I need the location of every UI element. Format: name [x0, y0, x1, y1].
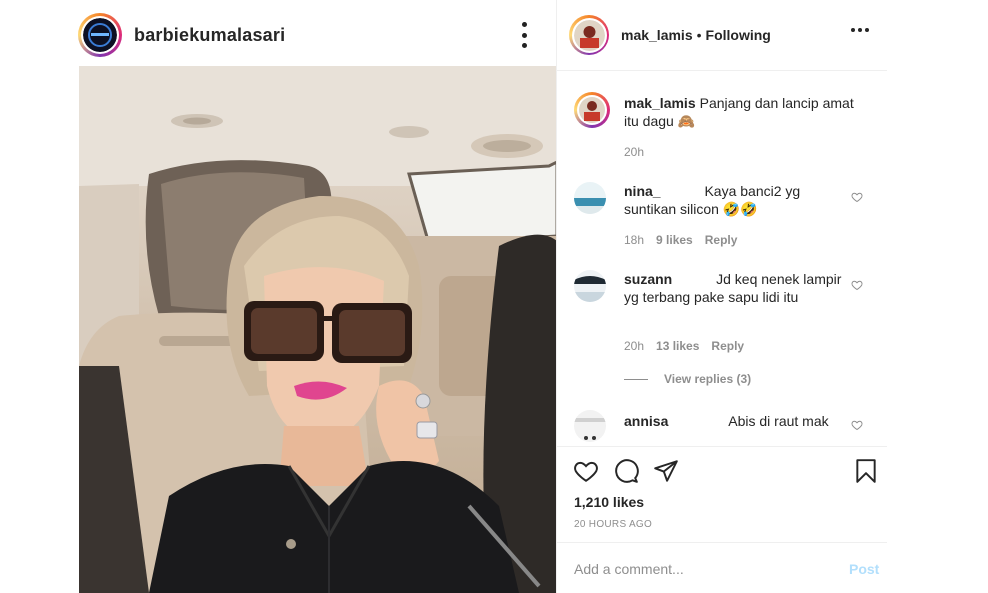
post-author-username[interactable]: barbiekumalasari [134, 25, 285, 46]
header-separator: • [696, 27, 702, 43]
post-author-avatar[interactable] [78, 13, 122, 57]
following-button[interactable]: Following [706, 27, 771, 43]
comment-avatar[interactable] [574, 270, 606, 302]
kebab-icon[interactable] [514, 22, 534, 48]
post-actions [573, 458, 883, 488]
comment-body: Abis di raut mak [728, 413, 829, 429]
comment-like-heart-icon[interactable] [851, 191, 863, 203]
reply-button[interactable]: Reply [711, 339, 744, 353]
comment-meta: 20h [624, 145, 644, 159]
view-replies-line [624, 378, 648, 380]
header-avatar[interactable] [569, 15, 609, 55]
comments-header: mak_lamis • Following [557, 12, 887, 58]
view-replies-label: View replies (3) [664, 372, 752, 386]
comment-meta: 18h 9 likes Reply [624, 233, 737, 247]
comment-icon[interactable] [613, 458, 639, 484]
comment-text-block: mak_lamis Panjang dan lancip amat itu dag… [624, 94, 854, 130]
comment-time: 20h [624, 145, 645, 159]
avatar-image [83, 18, 117, 52]
comment-avatar[interactable] [574, 410, 606, 442]
comment-avatar[interactable] [574, 182, 606, 214]
avatar-image [574, 270, 606, 302]
paper-plane-icon[interactable] [653, 458, 679, 484]
comment-time: 18h [624, 233, 645, 247]
caption-comment: mak_lamis Panjang dan lancip amat itu dag… [557, 88, 887, 168]
comment-like-heart-icon[interactable] [851, 279, 863, 291]
likes-count[interactable]: 1,210 likes [574, 494, 644, 510]
selfie-image [79, 66, 557, 593]
heart-icon[interactable] [573, 458, 599, 484]
comment-input[interactable]: Add a comment... [574, 561, 684, 577]
post-header: barbiekumalasari [78, 6, 556, 64]
comment-likes[interactable]: 13 likes [656, 339, 699, 353]
composer-divider [557, 542, 887, 543]
bookmark-icon[interactable] [853, 458, 879, 484]
comment-username[interactable]: mak_lamis [624, 95, 696, 111]
header-username[interactable]: mak_lamis [621, 27, 693, 43]
more-options-icon[interactable] [851, 28, 869, 32]
avatar-image [574, 410, 606, 442]
reply-button[interactable]: Reply [705, 233, 738, 247]
comment-username[interactable]: nina_ [624, 183, 661, 199]
actions-divider [557, 446, 887, 447]
comment-likes[interactable]: 9 likes [656, 233, 693, 247]
comment-username[interactable]: suzann [624, 271, 672, 287]
header-divider [557, 70, 887, 71]
avatar-image [573, 19, 605, 51]
post-timestamp: 20 HOURS AGO [574, 519, 653, 530]
comment-text-block: annisa Abis di raut mak [624, 412, 854, 430]
comment-avatar[interactable] [574, 92, 610, 128]
comment-item: nina_ Kaya banci2 yg suntikan silicon 🤣🤣… [557, 180, 887, 260]
comment-item: suzann Jd keq nenek lampir yg terbang pa… [557, 268, 887, 368]
avatar-image [577, 95, 607, 125]
comment-username[interactable]: annisa [624, 413, 668, 429]
post-photo[interactable] [79, 66, 557, 593]
comment-text-block: suzann Jd keq nenek lampir yg terbang pa… [624, 270, 854, 306]
comment-item: annisa Abis di raut mak [557, 408, 887, 442]
comment-like-heart-icon[interactable] [851, 419, 863, 431]
post-comment-button[interactable]: Post [849, 561, 879, 577]
comment-text-block: nina_ Kaya banci2 yg suntikan silicon 🤣🤣 [624, 182, 854, 218]
comment-time: 20h [624, 339, 645, 353]
view-replies-button[interactable]: View replies (3) [624, 372, 751, 386]
comment-meta: 20h 13 likes Reply [624, 339, 744, 353]
avatar-image [574, 182, 606, 214]
